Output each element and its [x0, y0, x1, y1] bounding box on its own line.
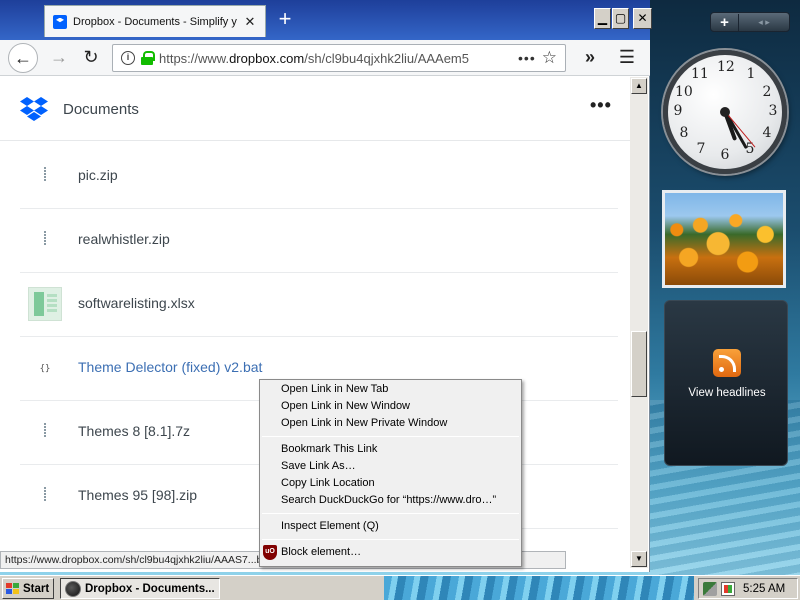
window-controls: ▁ ▢ ✕ [594, 8, 652, 29]
view-headlines-label[interactable]: View headlines [665, 387, 789, 399]
scroll-up-arrow-icon[interactable]: ▲ [631, 78, 647, 94]
add-gadget-button[interactable]: + [711, 13, 739, 31]
menu-separator [262, 436, 519, 437]
spreadsheet-icon [28, 287, 62, 321]
clock-number: 4 [762, 125, 772, 141]
clock-number: 6 [720, 147, 730, 163]
clock-number: 10 [675, 84, 693, 100]
file-row[interactable]: softwarelisting.xlsx [20, 273, 618, 337]
lock-icon[interactable] [141, 51, 155, 65]
hamburger-menu-icon[interactable]: ☰ [612, 43, 642, 73]
file-name[interactable]: pic.zip [78, 167, 118, 183]
taskbar-clock[interactable]: 5:25 AM [743, 583, 785, 595]
slideshow-gadget-photo[interactable] [662, 190, 786, 288]
gadget-toolbar: + ◂ ▸ [710, 12, 790, 32]
clock-number: 8 [679, 125, 689, 141]
tab-close-icon[interactable]: ✕ [243, 14, 257, 30]
network-icon[interactable] [703, 581, 717, 596]
reload-button[interactable]: ↻ [76, 43, 106, 73]
clock-number: 3 [768, 103, 778, 119]
taskbar: Start Dropbox - Documents... 5:25 AM [0, 575, 800, 600]
clock-number: 1 [746, 66, 756, 82]
clock-number: 11 [691, 66, 709, 82]
clock-number: 2 [762, 84, 772, 100]
clock-number: 9 [673, 103, 683, 119]
tab-dropbox-documents[interactable]: Dropbox - Documents - Simplify yo ✕ [44, 5, 266, 37]
title-bar: Dropbox - Documents - Simplify yo ✕ + ▁ … [0, 0, 652, 40]
zip-icon [30, 483, 60, 513]
file-row[interactable]: pic.zip [20, 145, 618, 209]
browser-app-icon [65, 580, 81, 597]
maximize-button[interactable]: ▢ [612, 8, 629, 29]
url-path: /sh/cl9bu4qjxhk2liu/AAAem5 [304, 50, 469, 66]
menu-search-duckduckgo[interactable]: Search DuckDuckGo for “https://www.dro…” [260, 492, 521, 509]
page-header: Documents ••• [0, 77, 630, 141]
menu-inspect-element[interactable]: Inspect Element (Q) [260, 518, 521, 535]
minimize-button[interactable]: ▁ [594, 8, 611, 29]
file-name[interactable]: softwarelisting.xlsx [78, 295, 195, 311]
address-bar[interactable]: i https://www.dropbox.com/sh/cl9bu4qjxhk… [112, 44, 566, 72]
new-tab-button[interactable]: + [272, 6, 298, 34]
menu-block-element-label: Block element… [281, 546, 362, 558]
taskbar-item-label: Dropbox - Documents... [85, 582, 215, 595]
back-button[interactable]: ← [8, 43, 38, 73]
dropbox-favicon-icon [53, 14, 67, 29]
zip-icon [30, 227, 60, 257]
bookmark-star-icon[interactable]: ☆ [542, 48, 557, 68]
close-window-button[interactable]: ✕ [633, 8, 652, 29]
zip-icon [30, 163, 60, 193]
context-menu: Open Link in New Tab Open Link in New Wi… [259, 379, 522, 567]
more-options-icon[interactable]: ••• [590, 95, 612, 116]
gadget-nav-arrows-icon[interactable]: ◂ ▸ [739, 17, 789, 28]
windows-logo-icon [6, 582, 20, 595]
taskbar-wallpaper [384, 576, 694, 600]
url-prefix: https://www. [159, 50, 230, 66]
feed-headlines-gadget[interactable]: View headlines [664, 300, 788, 466]
site-info-icon[interactable]: i [121, 51, 135, 65]
clock-number: 12 [717, 59, 735, 75]
menu-copy-link-location[interactable]: Copy Link Location [260, 475, 521, 492]
rss-icon [713, 349, 741, 377]
menu-separator [262, 539, 519, 540]
scrollbar-thumb[interactable] [631, 331, 647, 397]
ublock-origin-icon: uO [263, 545, 277, 560]
code-file-icon: {} [39, 364, 51, 374]
file-name[interactable]: Themes 8 [8.1].7z [78, 423, 190, 439]
menu-block-element[interactable]: uO Block element… [260, 544, 521, 561]
clock-minute-hand [723, 111, 748, 150]
dropbox-logo-icon[interactable] [20, 97, 48, 121]
vertical-scrollbar[interactable]: ▲ ▼ [630, 77, 648, 568]
url-domain: dropbox.com [229, 50, 305, 66]
tab-title: Dropbox - Documents - Simplify yo [73, 15, 237, 28]
page-actions-icon[interactable]: ••• [518, 50, 536, 66]
menu-open-private-window[interactable]: Open Link in New Private Window [260, 415, 521, 432]
overflow-menu-button[interactable]: » [575, 43, 605, 73]
system-tray: 5:25 AM [698, 578, 798, 599]
menu-open-new-tab[interactable]: Open Link in New Tab [260, 381, 521, 398]
clock-number: 7 [696, 141, 706, 157]
zip-icon [30, 419, 60, 449]
menu-open-new-window[interactable]: Open Link in New Window [260, 398, 521, 415]
start-label: Start [23, 582, 50, 595]
navigation-toolbar: ← → ↻ i https://www.dropbox.com/sh/cl9bu… [0, 40, 650, 76]
menu-save-link-as[interactable]: Save Link As… [260, 458, 521, 475]
scroll-down-arrow-icon[interactable]: ▼ [631, 551, 647, 567]
menu-bookmark-link[interactable]: Bookmark This Link [260, 441, 521, 458]
taskbar-item-dropbox[interactable]: Dropbox - Documents... [60, 578, 220, 599]
file-name[interactable]: realwhistler.zip [78, 231, 170, 247]
file-name-link[interactable]: Theme Delector (fixed) v2.bat [78, 359, 262, 375]
clock-gadget[interactable]: 12 1 2 3 4 5 6 7 8 9 10 11 [663, 50, 787, 174]
menu-separator [262, 513, 519, 514]
file-name[interactable]: Themes 95 [98].zip [78, 487, 197, 503]
start-button[interactable]: Start [2, 578, 54, 599]
url-text[interactable]: https://www.dropbox.com/sh/cl9bu4qjxhk2l… [159, 51, 512, 66]
page-title: Documents [63, 101, 139, 118]
clock-center [720, 107, 730, 117]
forward-button[interactable]: → [44, 43, 74, 73]
file-row[interactable]: realwhistler.zip [20, 209, 618, 273]
language-flag-icon[interactable] [721, 581, 735, 596]
